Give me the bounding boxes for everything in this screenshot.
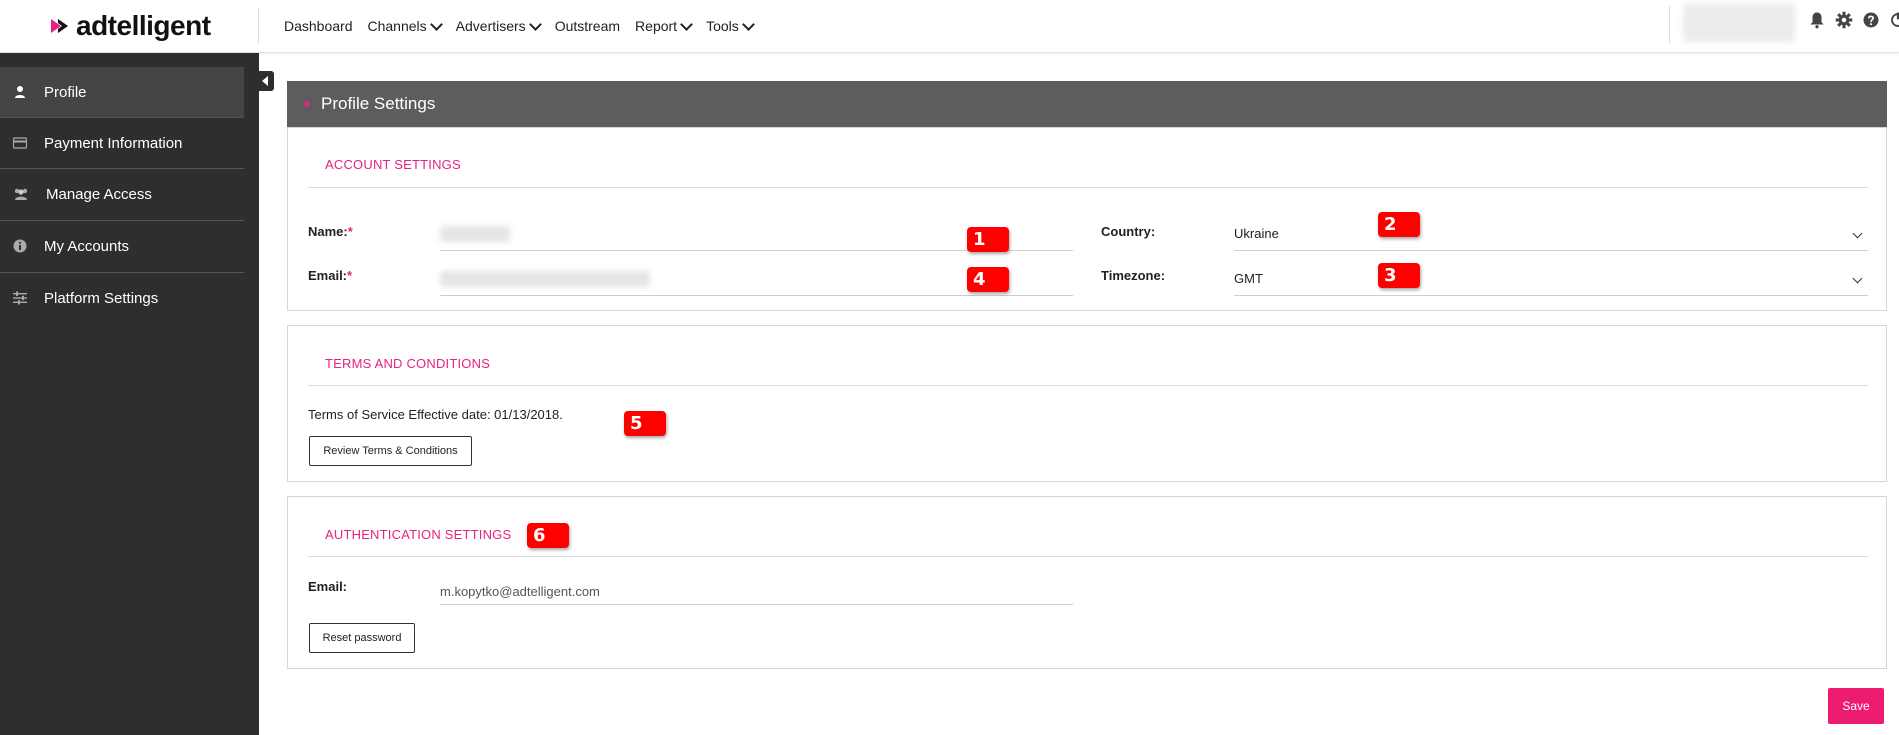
sidebar-item-label: Manage Access (46, 185, 152, 203)
annotation-badge-5: 5 (624, 411, 666, 436)
country-select-value[interactable]: Ukraine (1234, 226, 1279, 241)
section-divider (308, 187, 1868, 188)
sidebar-item-label: Payment Information (44, 134, 183, 152)
chevron-down-icon (528, 17, 542, 31)
review-terms-button[interactable]: Review Terms & Conditions (309, 436, 472, 466)
sidebar-item-my-accounts[interactable]: My Accounts (0, 221, 244, 271)
sidebar-item-label: My Accounts (44, 237, 130, 255)
logo-mark-icon (51, 19, 68, 33)
help-icon[interactable] (1862, 11, 1880, 29)
chevron-down-icon[interactable] (1852, 228, 1863, 239)
top-icons (1808, 11, 1899, 29)
auth-email-value: m.kopytko@adtelligent.com (440, 584, 600, 599)
sidebar: Profile Payment Information Manage Acces… (0, 53, 259, 735)
email-label: Email:* (308, 268, 353, 283)
sidebar-item-manage-access[interactable]: Manage Access (0, 169, 244, 219)
reset-password-button[interactable]: Reset password (309, 623, 415, 653)
section-divider (308, 385, 1868, 386)
save-button[interactable]: Save (1828, 688, 1884, 724)
name-value (440, 226, 510, 242)
section-title-account: ACCOUNT SETTINGS (325, 157, 461, 172)
sidebar-item-profile[interactable]: Profile (0, 67, 244, 117)
email-value (440, 271, 650, 287)
nav-channels[interactable]: Channels (368, 17, 443, 34)
email-input[interactable] (440, 295, 1073, 296)
chevron-down-icon (680, 17, 693, 31)
sidebar-item-label: Platform Settings (44, 289, 159, 307)
account-settings-card: ACCOUNT SETTINGS Name:* Email:* Country:… (287, 127, 1887, 311)
sidebar-item-label: Profile (44, 83, 87, 101)
section-divider (308, 556, 1868, 557)
auth-email-label: Email: (308, 579, 348, 594)
topbar-divider (1669, 6, 1670, 44)
nav-tools[interactable]: Tools (706, 17, 755, 34)
sidebar-collapse-button[interactable] (258, 71, 274, 91)
country-label: Country: (1101, 224, 1156, 239)
logo[interactable]: adtelligent (50, 8, 211, 44)
authentication-card: AUTHENTICATION SETTINGS 6 Email: m.kopyt… (287, 496, 1887, 669)
annotation-badge-1: 1 (967, 227, 1009, 252)
chevron-down-icon[interactable] (1852, 273, 1863, 284)
annotation-badge-6: 6 (527, 523, 569, 548)
user-menu[interactable] (1683, 4, 1795, 42)
sidebar-item-payment-information[interactable]: Payment Information (0, 118, 244, 168)
info-icon (13, 239, 27, 253)
chevron-down-icon (741, 17, 755, 31)
auth-email-field (440, 604, 1073, 605)
panel-header[interactable]: Profile Settings (287, 81, 1887, 127)
nav-report[interactable]: Report (635, 17, 693, 34)
annotation-badge-4: 4 (967, 267, 1009, 292)
expand-arrow-icon (305, 100, 311, 108)
gear-icon[interactable] (1835, 11, 1853, 29)
country-select[interactable] (1234, 250, 1868, 251)
main-nav: Dashboard Channels Advertisers Outstream… (284, 0, 768, 52)
bell-icon[interactable] (1808, 11, 1826, 29)
user-icon (15, 86, 25, 98)
section-title-authentication: AUTHENTICATION SETTINGS (325, 527, 512, 542)
terms-text: Terms of Service Effective date: 01/13/2… (308, 407, 563, 422)
users-icon (14, 188, 28, 200)
name-label: Name:* (308, 224, 353, 239)
chevron-down-icon (429, 17, 443, 31)
logo-text: adtelligent (76, 10, 211, 41)
credit-card-icon (13, 137, 27, 149)
annotation-badge-2: 2 (1378, 212, 1420, 237)
sliders-icon (13, 291, 27, 305)
top-bar: adtelligent Dashboard Channels Advertise… (0, 0, 1899, 53)
nav-dashboard[interactable]: Dashboard (284, 18, 353, 34)
logout-icon[interactable] (1889, 11, 1899, 29)
nav-outstream[interactable]: Outstream (555, 18, 620, 34)
timezone-label: Timezone: (1101, 268, 1166, 283)
topbar-divider (258, 8, 259, 44)
sidebar-item-platform-settings[interactable]: Platform Settings (0, 273, 244, 323)
timezone-select-value[interactable]: GMT (1234, 271, 1263, 286)
terms-card: TERMS AND CONDITIONS Terms of Service Ef… (287, 325, 1887, 482)
annotation-badge-3: 3 (1378, 263, 1420, 288)
nav-advertisers[interactable]: Advertisers (456, 17, 542, 34)
section-title-terms: TERMS AND CONDITIONS (325, 356, 491, 371)
timezone-select[interactable] (1234, 295, 1868, 296)
page-title: Profile Settings (321, 94, 436, 113)
